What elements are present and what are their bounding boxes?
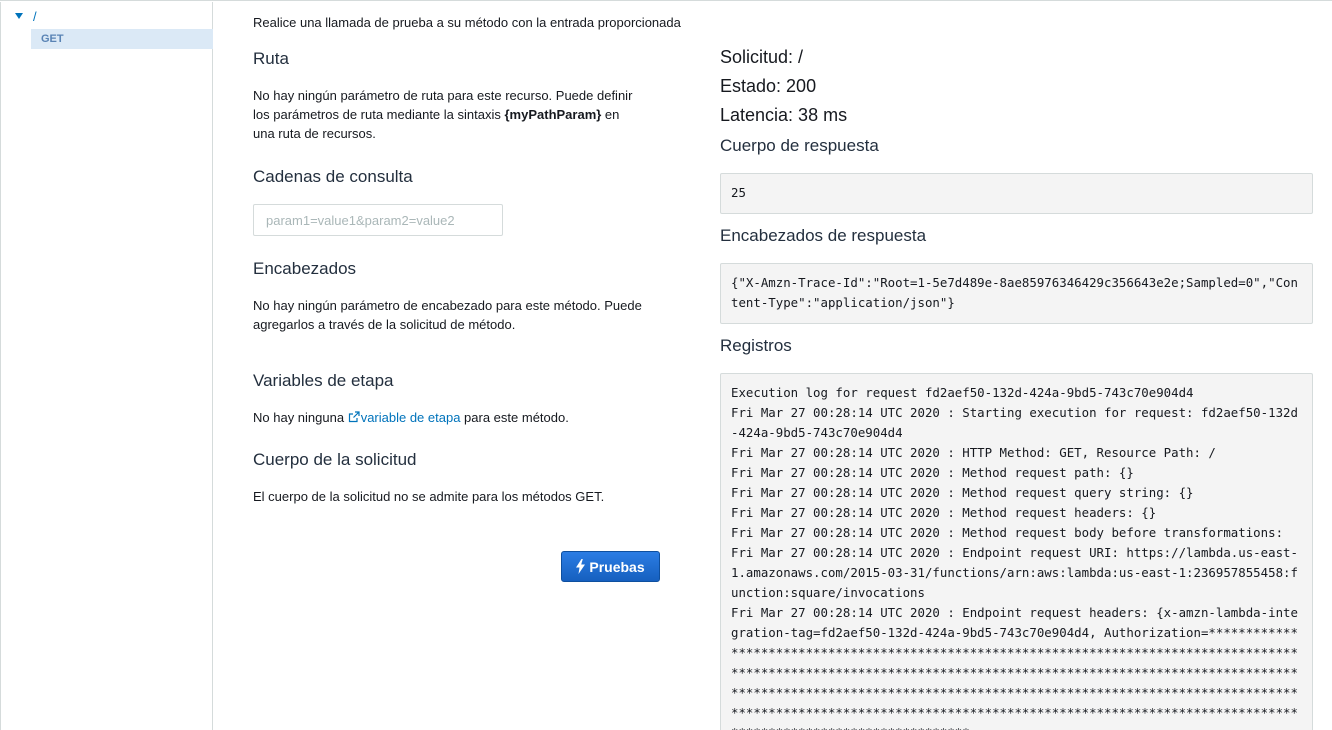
resource-tree: / GET bbox=[0, 2, 213, 730]
stage-variables-description: No hay ninguna variable de etapa para es… bbox=[253, 408, 653, 427]
response-status: Estado: 200 bbox=[720, 76, 817, 96]
test-button-label: Pruebas bbox=[589, 558, 645, 575]
response-headers-box[interactable]: {"X-Amzn-Trace-Id":"Root=1-5e7d489e-8ae8… bbox=[720, 263, 1313, 324]
request-body-description: El cuerpo de la solicitud no se admite p… bbox=[253, 489, 605, 504]
stage-text-before: No hay ninguna bbox=[253, 410, 348, 425]
test-button[interactable]: Pruebas bbox=[561, 551, 660, 582]
external-link-icon bbox=[348, 411, 360, 423]
stage-text-after: para este método. bbox=[460, 410, 569, 425]
path-param-syntax: {myPathParam} bbox=[504, 107, 602, 122]
stage-link-label: variable de etapa bbox=[360, 410, 461, 425]
request-body-heading: Cuerpo de la solicitud bbox=[253, 450, 417, 469]
path-heading: Ruta bbox=[253, 49, 289, 68]
path-description: No hay ningún parámetro de ruta para est… bbox=[253, 86, 633, 143]
lightning-icon bbox=[576, 559, 586, 574]
intro-text: Realice una llamada de prueba a su métod… bbox=[253, 15, 681, 30]
headers-description: No hay ningún parámetro de encabezado pa… bbox=[253, 298, 642, 332]
query-heading: Cadenas de consulta bbox=[253, 167, 413, 186]
logs-box[interactable]: Execution log for request fd2aef50-132d-… bbox=[720, 373, 1313, 730]
stage-variable-link[interactable]: variable de etapa bbox=[348, 410, 461, 425]
response-body-box[interactable]: 25 bbox=[720, 173, 1313, 214]
response-latency: Latencia: 38 ms bbox=[720, 105, 848, 125]
tree-method-get[interactable]: GET bbox=[31, 29, 213, 49]
caret-down-icon[interactable] bbox=[15, 13, 23, 19]
response-body-heading: Cuerpo de respuesta bbox=[720, 136, 879, 155]
logs-heading: Registros bbox=[720, 336, 792, 355]
query-string-input[interactable] bbox=[253, 204, 503, 236]
tree-root-item[interactable]: / bbox=[15, 8, 37, 24]
test-panel: / GET Realice una llamada de prueba a su… bbox=[0, 0, 1332, 730]
stage-variables-heading: Variables de etapa bbox=[253, 371, 394, 390]
request-path: Solicitud: / bbox=[720, 47, 804, 67]
headers-heading: Encabezados bbox=[253, 259, 357, 278]
tree-root-label: / bbox=[33, 8, 37, 24]
response-headers-heading: Encabezados de respuesta bbox=[720, 226, 927, 245]
